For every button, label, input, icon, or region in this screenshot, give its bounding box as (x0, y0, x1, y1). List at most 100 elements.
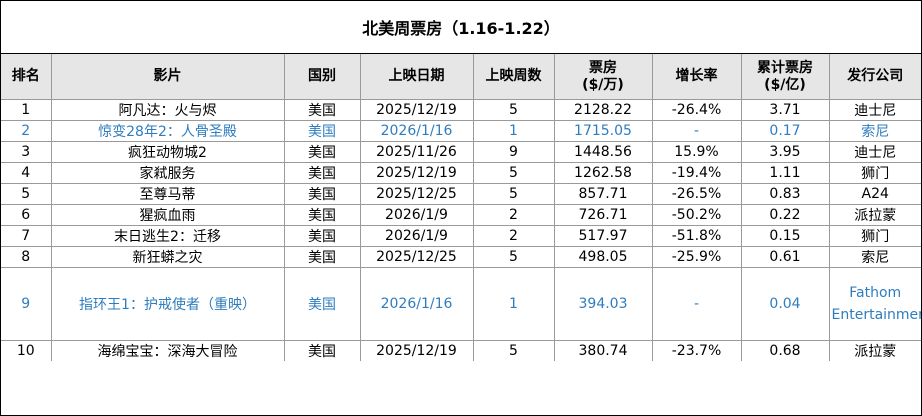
cell-country: 美国 (283, 183, 361, 205)
cell-distributor: 迪士尼 (828, 141, 921, 163)
cell-total-gross: 1.11 (740, 162, 830, 184)
cell-distributor: 派拉蒙 (828, 340, 921, 361)
cell-gross: 1715.05 (553, 120, 653, 142)
cell-distributor: 索尼 (828, 246, 921, 268)
cell-total-gross: 0.61 (740, 246, 830, 268)
cell-gross: 857.71 (553, 183, 653, 205)
cell-distributor: 迪士尼 (828, 99, 921, 121)
cell-weeks: 5 (472, 162, 555, 184)
cell-distributor: 狮门 (828, 162, 921, 184)
table-row: 4 家弒服务 美国 2025/12/19 5 1262.58 -19.4% 1.11 狮门 (1, 162, 921, 184)
cell-gross: 2128.22 (553, 99, 653, 121)
cell-film: 疯狂动物城2 (50, 141, 285, 163)
cell-total-gross: 3.71 (740, 99, 830, 121)
table-row: 9 指环王1：护戒使者（重映） 美国 2026/1/16 1 394.03-0.04 Fat… (1, 267, 921, 341)
cell-rank: 9 (1, 267, 52, 341)
cell-weeks: 1 (472, 120, 555, 142)
cell-weeks: 5 (472, 183, 555, 205)
cell-gross: 517.97 (553, 225, 653, 247)
cell-rank: 8 (1, 246, 52, 268)
cell-distributor: 索尼 (828, 120, 921, 142)
cell-film: 惊变28年2：人骨圣殿 (50, 120, 285, 142)
cell-film: 海绵宝宝：深海大冒险 (50, 340, 285, 361)
cell-growth: -23.7% (651, 340, 742, 361)
col-rank-header: 排名 (1, 54, 52, 100)
cell-rank: 3 (1, 141, 52, 163)
cell-country: 美国 (283, 204, 361, 226)
cell-rank: 1 (1, 99, 52, 121)
cell-release-date: 2025/12/19 (359, 99, 474, 121)
cell-total-gross: 0.68 (740, 340, 830, 361)
cell-country: 美国 (283, 340, 361, 361)
cell-weeks: 5 (472, 246, 555, 268)
cell-weeks: 5 (472, 340, 555, 361)
cell-total-gross: 0.22 (740, 204, 830, 226)
cell-rank: 5 (1, 183, 52, 205)
table-row: 8 新狂蟒之灾 美国 2025/12/25 5 498.05 -25.9% 0.61 索尼 (1, 246, 921, 268)
cell-release-date: 2026/1/9 (359, 204, 474, 226)
table-body: 1 阿凡达：火与烬 美国 2025/12/19 5 2128.22 -26.4% 3.71 迪士… (1, 99, 921, 361)
col-growth-header: 增长率 (651, 54, 742, 100)
cell-weeks: 2 (472, 204, 555, 226)
cell-country: 美国 (283, 246, 361, 268)
cell-gross: 1262.58 (553, 162, 653, 184)
header-row: 排名 影片 国别 上映日期 上映周数 票房 ($/万) 增长率 累计票房 ($/… (1, 54, 921, 100)
cell-film: 阿凡达：火与烬 (50, 99, 285, 121)
col-weeks-header: 上映周数 (472, 54, 555, 100)
cell-country: 美国 (283, 162, 361, 184)
cell-growth: -25.9% (651, 246, 742, 268)
table-row: 5 至尊马蒂 美国 2025/12/25 5 857.71 -26.5% 0.83 A24 (1, 183, 921, 205)
cell-rank: 10 (1, 340, 52, 361)
cell-growth: - (651, 120, 742, 142)
cell-film: 末日逃生2：迁移 (50, 225, 285, 247)
table-row: 10 海绵宝宝：深海大冒险 美国 2025/12/19 5 380.74 -23.7% 0.6… (1, 340, 921, 361)
cell-release-date: 2025/12/19 (359, 162, 474, 184)
cell-country: 美国 (283, 120, 361, 142)
table-row: 6 猩疯血雨 美国 2026/1/9 2 726.71 -50.2% 0.22 派拉蒙 (1, 204, 921, 226)
cell-rank: 7 (1, 225, 52, 247)
cell-country: 美国 (283, 267, 361, 341)
cell-release-date: 2025/11/26 (359, 141, 474, 163)
cell-release-date: 2025/12/25 (359, 246, 474, 268)
col-release-header: 上映日期 (359, 54, 474, 100)
cell-film: 至尊马蒂 (50, 183, 285, 205)
col-total-header: 累计票房 ($/亿) (740, 54, 830, 100)
table-row: 3 疯狂动物城2 美国 2025/11/26 9 1448.56 15.9% 3.95 迪士尼 (1, 141, 921, 163)
col-distributor-header: 发行公司 (828, 54, 921, 100)
cell-rank: 2 (1, 120, 52, 142)
col-country-header: 国别 (283, 54, 361, 100)
cell-distributor: A24 (828, 183, 921, 205)
cell-growth: - (651, 267, 742, 341)
box-office-sheet: 北美周票房（1.16-1.22） 排名 影片 国别 上映日期 上映周数 票房 (… (0, 0, 922, 416)
cell-growth: 15.9% (651, 141, 742, 163)
cell-total-gross: 0.15 (740, 225, 830, 247)
cell-total-gross: 0.83 (740, 183, 830, 205)
table-row: 2 惊变28年2：人骨圣殿 美国 2026/1/16 1 1715.05-0.17 索尼 (1, 120, 921, 142)
cell-rank: 4 (1, 162, 52, 184)
cell-growth: -19.4% (651, 162, 742, 184)
col-gross-header: 票房 ($/万) (553, 54, 653, 100)
cell-gross: 380.74 (553, 340, 653, 361)
cell-growth: -26.4% (651, 99, 742, 121)
cell-total-gross: 3.95 (740, 141, 830, 163)
cell-release-date: 2026/1/9 (359, 225, 474, 247)
cell-growth: -50.2% (651, 204, 742, 226)
table-row: 7 末日逃生2：迁移 美国 2026/1/9 2 517.97 -51.8% 0.15 狮门 (1, 225, 921, 247)
cell-gross: 498.05 (553, 246, 653, 268)
cell-gross: 726.71 (553, 204, 653, 226)
table-title: 北美周票房（1.16-1.22） (1, 1, 921, 54)
cell-release-date: 2026/1/16 (359, 267, 474, 341)
cell-film: 指环王1：护戒使者（重映） (50, 267, 285, 341)
cell-weeks: 1 (472, 267, 555, 341)
cell-film: 新狂蟒之灾 (50, 246, 285, 268)
cell-weeks: 5 (472, 99, 555, 121)
table-row: 1 阿凡达：火与烬 美国 2025/12/19 5 2128.22 -26.4% 3.71 迪士… (1, 99, 921, 121)
cell-gross: 1448.56 (553, 141, 653, 163)
box-office-table: 排名 影片 国别 上映日期 上映周数 票房 ($/万) 增长率 累计票房 ($/… (1, 54, 921, 361)
cell-distributor: Fathom Entertainment (828, 267, 921, 341)
cell-gross: 394.03 (553, 267, 653, 341)
cell-country: 美国 (283, 225, 361, 247)
cell-release-date: 2025/12/25 (359, 183, 474, 205)
cell-rank: 6 (1, 204, 52, 226)
col-film-header: 影片 (50, 54, 285, 100)
